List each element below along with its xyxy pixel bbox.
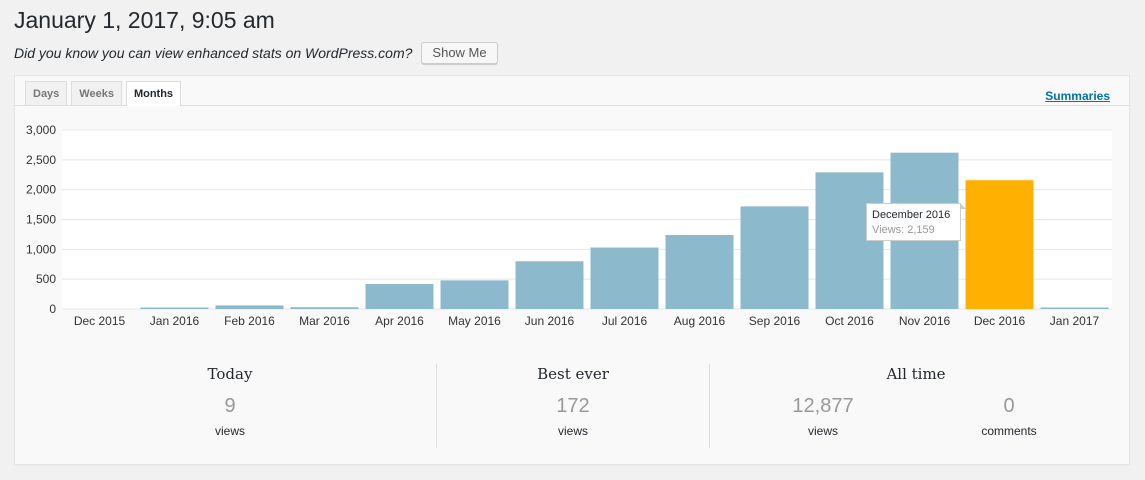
bar[interactable] (665, 235, 734, 309)
stat-alltime-views-label: views (807, 424, 838, 438)
chart-tooltip: December 2016 Views: 2,159 (866, 203, 966, 241)
bar[interactable] (515, 261, 584, 309)
x-tick-label: Mar 2016 (299, 314, 350, 328)
x-tick-label: Sep 2016 (749, 314, 801, 328)
bar[interactable] (740, 206, 809, 309)
x-tick-label: Apr 2016 (375, 314, 424, 328)
bar[interactable] (590, 247, 659, 309)
stat-best-ever: Best ever 172 views (513, 364, 633, 439)
promo-text: Did you know you can view enhanced stats… (14, 45, 413, 61)
chart-area: 0 500 1,000 1,500 2,000 2,500 3,000 Dec 2015 Jan… (15, 106, 1129, 338)
stat-today-value: 9 (224, 395, 236, 417)
tab-months[interactable]: Months (125, 81, 182, 106)
y-tick-label: 3,000 (26, 123, 56, 137)
bar[interactable] (1040, 307, 1109, 310)
x-tick-label: Dec 2016 (974, 314, 1026, 328)
x-tick-label: Nov 2016 (899, 314, 951, 328)
page-title: January 1, 2017, 9:05 am (14, 7, 275, 33)
summaries-link[interactable]: Summaries (1045, 89, 1110, 103)
stat-alltime-comments-label: comments (981, 424, 1037, 438)
x-tick-label: May 2016 (448, 314, 501, 328)
bar[interactable] (440, 280, 509, 309)
x-tick-label: Jan 2016 (150, 314, 200, 328)
y-tick-label: 1,500 (26, 213, 56, 227)
stat-alltime-views-value: 12,877 (792, 395, 854, 417)
tab-bar: Days Weeks Months Summaries (15, 76, 1129, 106)
bar[interactable] (365, 283, 434, 309)
x-tick-label: Aug 2016 (674, 314, 726, 328)
y-tick-label: 1,000 (26, 242, 56, 256)
stat-divider (709, 364, 710, 448)
tab-weeks[interactable]: Weeks (71, 81, 122, 105)
show-me-button[interactable]: Show Me (421, 42, 498, 64)
x-tick-label: Dec 2015 (74, 314, 126, 328)
stat-today-label: views (214, 424, 245, 438)
stat-today-heading: Today (207, 365, 253, 383)
stat-divider (436, 364, 437, 448)
stat-alltime-comments-value: 0 (1003, 395, 1015, 417)
stat-best-heading: Best ever (537, 365, 609, 383)
stat-alltime-views: 12,877 views (763, 395, 883, 439)
bar[interactable] (140, 307, 209, 310)
y-tick-label: 2,000 (26, 183, 56, 197)
stats-summary: Today 9 views Best ever 172 views All ti… (15, 338, 1129, 464)
stat-all-time: All time (856, 364, 976, 384)
bar[interactable] (215, 305, 284, 309)
stats-panel: Days Weeks Months Summaries 0 500 1,000 1,5… (14, 75, 1130, 465)
tooltip-value: Views: 2,159 (872, 224, 935, 236)
x-tick-label: Jul 2016 (602, 314, 648, 328)
stat-today: Today 9 views (170, 364, 290, 439)
promo-bar: Did you know you can view enhanced stats… (14, 41, 498, 65)
stat-alltime-comments: 0 comments (949, 395, 1069, 439)
y-tick-label: 2,500 (26, 153, 56, 167)
y-tick-label: 500 (36, 272, 56, 286)
stat-alltime-heading: All time (886, 365, 946, 383)
views-bar-chart: 0 500 1,000 1,500 2,000 2,500 3,000 Dec 2015 Jan… (26, 123, 1112, 328)
x-tick-label: Oct 2016 (825, 314, 874, 328)
bar[interactable] (290, 307, 359, 309)
x-tick-label: Feb 2016 (224, 314, 275, 328)
tooltip-title: December 2016 (872, 209, 951, 221)
tab-days[interactable]: Days (25, 81, 68, 105)
y-tick-label: 0 (49, 302, 56, 316)
stat-best-value: 172 (556, 395, 590, 417)
x-tick-label: Jan 2017 (1050, 314, 1100, 328)
stat-best-label: views (557, 424, 588, 438)
bar[interactable] (965, 180, 1034, 309)
period-tabs: Days Weeks Months (25, 81, 182, 106)
x-tick-label: Jun 2016 (525, 314, 575, 328)
